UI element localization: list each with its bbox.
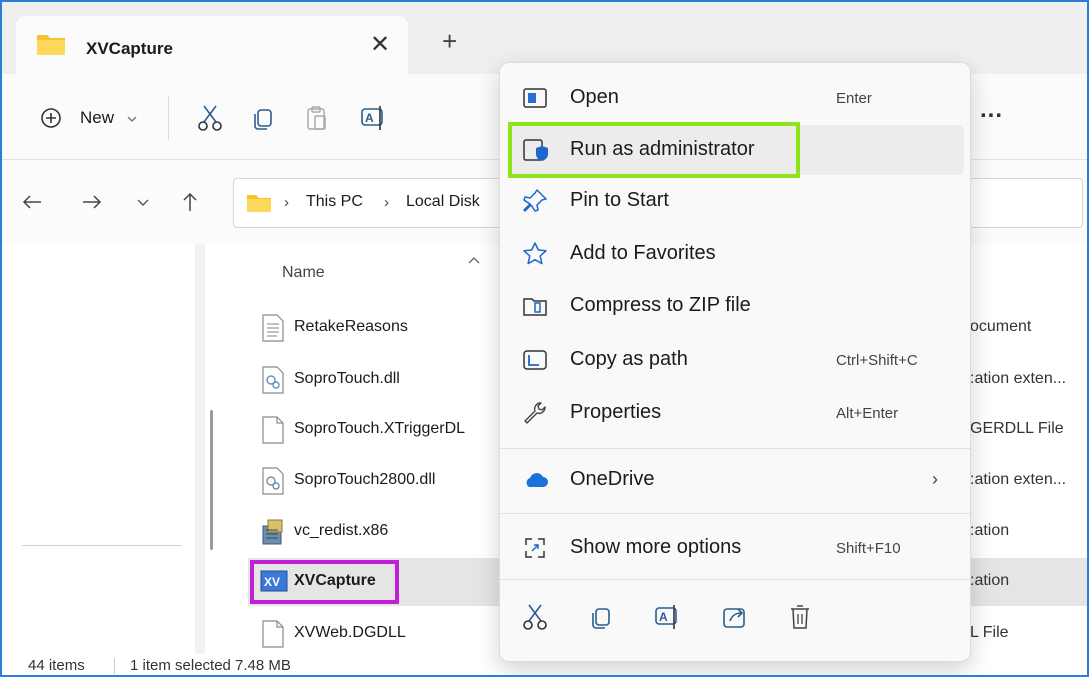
file-name: XVWeb.DGDLL: [294, 624, 406, 641]
column-header-name[interactable]: Name: [282, 264, 325, 282]
sort-ascending-icon: [468, 257, 480, 264]
svg-text:A: A: [365, 111, 374, 125]
svg-text:A: A: [659, 610, 668, 624]
menu-item-shortcut: Shift+F10: [836, 540, 901, 557]
menu-item-show-more-options[interactable]: Show more options Shift+F10: [508, 523, 964, 573]
nav-pane-divider: [22, 545, 182, 546]
menu-item-run-as-administrator[interactable]: Run as administrator: [508, 122, 964, 178]
shield-icon: [523, 139, 548, 161]
trash-icon[interactable]: [788, 603, 812, 631]
up-arrow-icon[interactable]: [182, 192, 198, 212]
copy-path-icon: [523, 350, 547, 370]
file-name: SoproTouch2800.dll: [294, 471, 436, 488]
file-type: L File: [970, 624, 1009, 641]
address-folder-icon: [247, 195, 271, 212]
paste-icon[interactable]: [304, 104, 330, 132]
toolbar-divider: [168, 96, 169, 140]
more-options-button[interactable]: ...: [980, 96, 1003, 124]
file-type: :ation exten...: [970, 370, 1067, 387]
file-type: ocument: [970, 318, 1032, 335]
menu-item-label: OneDrive: [570, 468, 655, 490]
more-options-icon: [525, 538, 545, 558]
nav-pane-scrollbar[interactable]: [210, 410, 213, 550]
menu-item-add-to-favorites[interactable]: Add to Favorites: [508, 229, 964, 279]
new-button[interactable]: New: [40, 104, 150, 134]
menu-separator: [500, 448, 970, 449]
text-document-icon: [262, 314, 284, 342]
cut-icon[interactable]: [522, 603, 548, 631]
menu-item-copy-as-path[interactable]: Copy as path Ctrl+Shift+C: [508, 335, 964, 385]
open-icon: [523, 88, 547, 108]
menu-item-label: Pin to Start: [570, 189, 669, 211]
blank-file-icon: [262, 416, 284, 444]
breadcrumb-local-disk[interactable]: Local Disk: [406, 193, 480, 211]
new-tab-button[interactable]: +: [442, 28, 457, 54]
submenu-chevron-icon: ›: [932, 469, 938, 489]
menu-item-label: Open: [570, 86, 619, 108]
menu-item-shortcut: Alt+Enter: [836, 405, 899, 422]
menu-item-open[interactable]: Open Enter: [508, 73, 964, 123]
menu-item-label: Show more options: [570, 536, 742, 558]
back-arrow-icon[interactable]: [22, 194, 42, 210]
star-icon: [523, 242, 547, 265]
pin-icon: [523, 189, 547, 212]
menu-item-label: Compress to ZIP file: [570, 294, 751, 316]
xv-app-icon: XV: [260, 570, 288, 592]
dll-file-icon: [262, 467, 284, 495]
menu-item-label: Run as administrator: [570, 138, 755, 160]
menu-item-shortcut: Enter: [836, 90, 872, 107]
breadcrumb-separator: ›: [284, 194, 289, 211]
recent-chevron-down-icon[interactable]: [137, 198, 149, 208]
share-icon[interactable]: [722, 603, 748, 631]
item-count: 44 items: [28, 657, 85, 674]
menu-item-pin-to-start[interactable]: Pin to Start: [508, 176, 964, 226]
copy-icon[interactable]: [250, 104, 276, 132]
forward-arrow-icon[interactable]: [82, 194, 102, 210]
menu-item-compress-to-zip[interactable]: Compress to ZIP file: [508, 281, 964, 331]
rename-icon[interactable]: A: [360, 104, 388, 132]
menu-item-properties[interactable]: Properties Alt+Enter: [508, 388, 964, 438]
file-explorer-window: XVCapture ✕ + New A ... › This PC › Loca…: [0, 0, 1089, 677]
close-tab-button[interactable]: ✕: [370, 30, 390, 59]
tab-xvcapture[interactable]: XVCapture ✕: [16, 16, 408, 74]
wrench-icon: [524, 402, 546, 424]
breadcrumb-this-pc[interactable]: This PC: [306, 193, 363, 211]
zip-icon: [523, 298, 547, 316]
file-name: XVCapture: [294, 572, 376, 589]
menu-separator: [500, 513, 970, 514]
dll-file-icon: [262, 366, 284, 394]
file-name: RetakeReasons: [294, 318, 408, 335]
file-type: GERDLL File: [970, 420, 1064, 437]
menu-item-label: Properties: [570, 401, 662, 423]
file-name: SoproTouch.dll: [294, 370, 400, 387]
installer-icon: [262, 519, 283, 545]
context-menu: Open Enter Run as administrator Pin to S…: [499, 62, 971, 662]
chevron-down-icon: [127, 116, 137, 122]
svg-text:XV: XV: [264, 575, 280, 589]
menu-item-shortcut: Ctrl+Shift+C: [836, 352, 918, 369]
cloud-icon: [526, 473, 548, 487]
status-divider: [114, 658, 115, 674]
file-name: SoproTouch.XTriggerDL: [294, 420, 466, 437]
menu-item-label: Add to Favorites: [570, 242, 716, 264]
breadcrumb-separator: ›: [384, 194, 389, 211]
new-button-label: New: [80, 108, 115, 127]
plus-circle-icon: [41, 108, 61, 128]
blank-file-icon: [262, 620, 284, 648]
menu-item-onedrive[interactable]: OneDrive ›: [508, 455, 964, 505]
tab-title: XVCapture: [86, 39, 173, 58]
selection-info: 1 item selected 7.48 MB: [130, 657, 291, 674]
copy-icon[interactable]: [588, 603, 614, 631]
nav-pane-scroll-track: [195, 244, 205, 654]
menu-item-label: Copy as path: [570, 348, 688, 370]
file-type: :ation: [970, 522, 1010, 539]
file-type: :ation: [970, 572, 1010, 589]
folder-icon: [37, 35, 65, 55]
rename-icon[interactable]: A: [654, 603, 682, 631]
cut-icon[interactable]: [197, 104, 223, 132]
file-type: :ation exten...: [970, 471, 1067, 488]
menu-separator: [500, 579, 970, 580]
file-name: vc_redist.x86: [294, 522, 389, 539]
